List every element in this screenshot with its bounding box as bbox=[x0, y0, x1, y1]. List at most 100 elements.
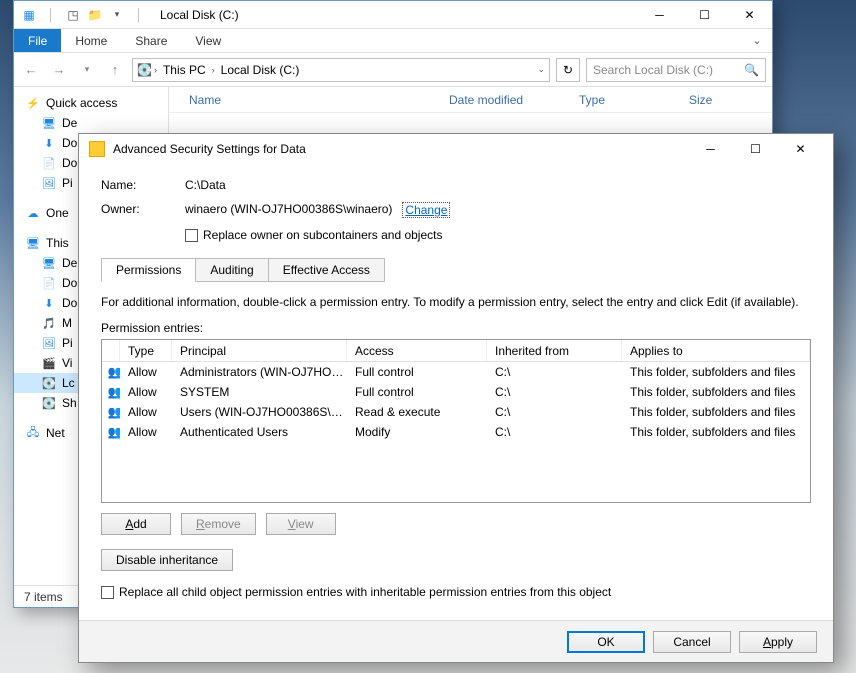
tab-view[interactable]: View bbox=[181, 29, 235, 52]
breadcrumb-thispc[interactable]: This PC bbox=[159, 63, 210, 77]
cell-applies: This folder, subfolders and files bbox=[622, 365, 810, 379]
properties-qat-icon[interactable]: ◳ bbox=[64, 6, 82, 24]
cell-inherited: C:\ bbox=[487, 365, 622, 379]
user-icon: 👥 bbox=[102, 425, 120, 439]
cell-applies: This folder, subfolders and files bbox=[622, 385, 810, 399]
cell-access: Full control bbox=[347, 385, 487, 399]
downloads-icon: ⬇ bbox=[42, 296, 56, 310]
address-dropdown-icon[interactable]: ⌄ bbox=[537, 64, 545, 75]
replace-owner-label[interactable]: Replace owner on subcontainers and objec… bbox=[203, 228, 442, 242]
documents-icon: 📄 bbox=[42, 276, 56, 290]
name-value: C:\Data bbox=[185, 178, 226, 192]
window-title: Local Disk (C:) bbox=[160, 8, 239, 22]
replace-owner-checkbox[interactable] bbox=[185, 229, 198, 242]
tab-auditing[interactable]: Auditing bbox=[195, 258, 268, 282]
col-name[interactable]: Name bbox=[189, 93, 449, 107]
cell-principal: SYSTEM bbox=[172, 385, 347, 399]
replace-all-checkbox[interactable] bbox=[101, 586, 114, 599]
cell-applies: This folder, subfolders and files bbox=[622, 425, 810, 439]
cell-type: Allow bbox=[120, 405, 172, 419]
cell-inherited: C:\ bbox=[487, 425, 622, 439]
ribbon-tabs: File Home Share View ⌄ bbox=[14, 29, 772, 53]
owner-label: Owner: bbox=[101, 202, 185, 216]
maximize-button[interactable]: ☐ bbox=[682, 1, 727, 29]
dialog-buttons: OK Cancel Apply bbox=[79, 620, 833, 662]
close-button[interactable]: ✕ bbox=[778, 135, 823, 163]
qat-dropdown-icon[interactable]: ▾ bbox=[108, 6, 126, 24]
lightning-icon: ⚡ bbox=[26, 96, 40, 110]
cell-inherited: C:\ bbox=[487, 385, 622, 399]
col-size[interactable]: Size bbox=[689, 93, 712, 107]
col-applies[interactable]: Applies to bbox=[622, 340, 810, 361]
maximize-button[interactable]: ☐ bbox=[733, 135, 778, 163]
app-icon: ▦ bbox=[20, 6, 38, 24]
column-headers[interactable]: Name Date modified Type Size bbox=[169, 87, 772, 113]
back-button[interactable]: ← bbox=[20, 59, 42, 81]
close-button[interactable]: ✕ bbox=[727, 1, 772, 29]
disable-inheritance-button[interactable]: Disable inheritance bbox=[101, 549, 233, 571]
tab-effective-access[interactable]: Effective Access bbox=[268, 258, 385, 282]
permission-table[interactable]: Type Principal Access Inherited from App… bbox=[101, 339, 811, 503]
tab-share[interactable]: Share bbox=[121, 29, 181, 52]
minimize-button[interactable]: ─ bbox=[637, 1, 682, 29]
tree-quick-access[interactable]: ⚡Quick access bbox=[14, 93, 168, 113]
drive-icon: 💽 bbox=[42, 376, 56, 390]
desktop-icon: 🖥 bbox=[42, 256, 56, 270]
search-input[interactable]: Search Local Disk (C:) 🔍 bbox=[586, 58, 766, 82]
tab-permissions[interactable]: Permissions bbox=[101, 258, 196, 282]
chevron-right-icon[interactable]: › bbox=[154, 65, 157, 75]
apply-button[interactable]: Apply bbox=[739, 631, 817, 653]
view-button: View bbox=[266, 513, 336, 535]
col-type[interactable]: Type bbox=[579, 93, 689, 107]
ribbon-toggle-icon[interactable]: ⌄ bbox=[742, 29, 772, 52]
cancel-button[interactable]: Cancel bbox=[653, 631, 731, 653]
col-date[interactable]: Date modified bbox=[449, 93, 579, 107]
recent-dropdown[interactable]: ▾ bbox=[76, 59, 98, 81]
qat-divider: │ bbox=[130, 6, 148, 24]
tab-home[interactable]: Home bbox=[61, 29, 121, 52]
add-button[interactable]: Add bbox=[101, 513, 171, 535]
cell-type: Allow bbox=[120, 365, 172, 379]
window-controls: ─ ☐ ✕ bbox=[637, 1, 772, 29]
folder-icon bbox=[89, 141, 105, 157]
replace-all-label[interactable]: Replace all child object permission entr… bbox=[119, 585, 611, 599]
table-row[interactable]: 👥AllowUsers (WIN-OJ7HO00386S\Us…Read & e… bbox=[102, 402, 810, 422]
change-link[interactable]: Change bbox=[402, 202, 450, 218]
address-bar[interactable]: 💽 › This PC › Local Disk (C:) ⌄ bbox=[132, 58, 550, 82]
table-row[interactable]: 👥AllowAuthenticated UsersModifyC:\This f… bbox=[102, 422, 810, 442]
col-inherited[interactable]: Inherited from bbox=[487, 340, 622, 361]
tab-file[interactable]: File bbox=[14, 29, 61, 52]
user-icon: 👥 bbox=[102, 385, 120, 399]
col-type[interactable]: Type bbox=[120, 340, 172, 361]
col-principal[interactable]: Principal bbox=[172, 340, 347, 361]
up-button[interactable]: ↑ bbox=[104, 59, 126, 81]
minimize-button[interactable]: ─ bbox=[688, 135, 733, 163]
owner-value: winaero (WIN-OJ7HO00386S\winaero) bbox=[185, 202, 392, 216]
folder-qat-icon[interactable]: 📁 bbox=[86, 6, 104, 24]
remove-button: Remove bbox=[181, 513, 256, 535]
desktop-icon: 🖥 bbox=[42, 116, 56, 130]
cloud-icon: ☁ bbox=[26, 206, 40, 220]
col-access[interactable]: Access bbox=[347, 340, 487, 361]
cell-type: Allow bbox=[120, 385, 172, 399]
chevron-right-icon[interactable]: › bbox=[212, 65, 215, 75]
breadcrumb-drive[interactable]: Local Disk (C:) bbox=[217, 63, 304, 77]
item-count: 7 items bbox=[24, 590, 63, 604]
tree-item[interactable]: 🖥De bbox=[14, 113, 168, 133]
ok-button[interactable]: OK bbox=[567, 631, 645, 653]
forward-button[interactable]: → bbox=[48, 59, 70, 81]
refresh-button[interactable]: ↻ bbox=[556, 58, 580, 82]
documents-icon: 📄 bbox=[42, 156, 56, 170]
drive-icon: 💽 bbox=[137, 63, 152, 77]
table-row[interactable]: 👥AllowAdministrators (WIN-OJ7HO0…Full co… bbox=[102, 362, 810, 382]
name-label: Name: bbox=[101, 178, 185, 192]
pc-icon: 🖥 bbox=[26, 236, 40, 250]
quick-access-toolbar: ▦ │ ◳ 📁 ▾ │ bbox=[14, 6, 154, 24]
dialog-titlebar[interactable]: Advanced Security Settings for Data ─ ☐ … bbox=[79, 134, 833, 164]
qat-divider: │ bbox=[42, 6, 60, 24]
explorer-titlebar[interactable]: ▦ │ ◳ 📁 ▾ │ Local Disk (C:) ─ ☐ ✕ bbox=[14, 1, 772, 29]
downloads-icon: ⬇ bbox=[42, 136, 56, 150]
search-icon[interactable]: 🔍 bbox=[744, 63, 759, 77]
cell-principal: Authenticated Users bbox=[172, 425, 347, 439]
table-row[interactable]: 👥AllowSYSTEMFull controlC:\This folder, … bbox=[102, 382, 810, 402]
